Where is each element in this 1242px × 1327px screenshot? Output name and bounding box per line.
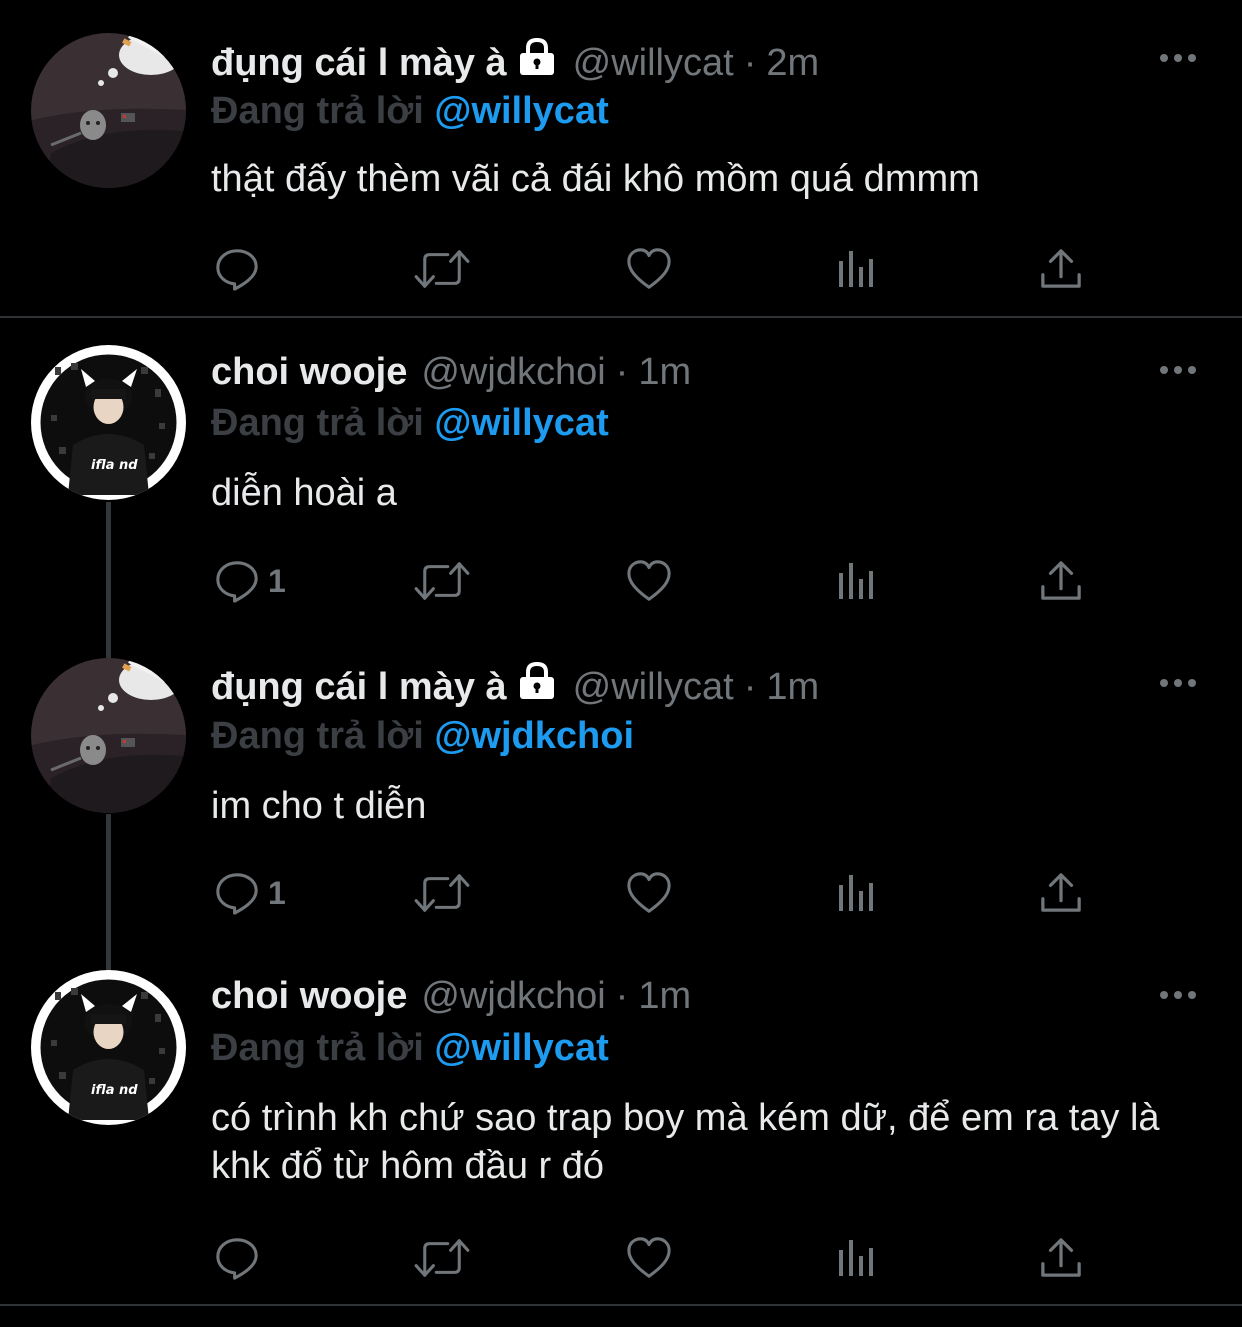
views-button[interactable]	[836, 1228, 876, 1288]
like-icon	[626, 246, 672, 292]
more-icon[interactable]	[1158, 51, 1198, 69]
action-bar	[0, 1228, 1242, 1288]
reply-button[interactable]: 1	[214, 551, 286, 611]
replying-label: Đang trả lời	[211, 90, 424, 132]
retweet-button[interactable]	[413, 1228, 471, 1288]
action-bar: 1	[0, 863, 1242, 923]
reply-icon	[214, 246, 260, 292]
views-button[interactable]	[836, 863, 876, 923]
share-icon	[1040, 1237, 1082, 1279]
reply-button[interactable]	[214, 1228, 268, 1288]
reply-count: 1	[268, 562, 286, 599]
retweet-icon	[413, 870, 471, 916]
like-icon	[626, 1235, 672, 1281]
tweet-header: choi wooje @wjdkchoi · 1m	[211, 971, 691, 1021]
views-button[interactable]	[836, 239, 876, 299]
tweet-text: im cho t diễn	[211, 785, 427, 827]
retweet-button[interactable]	[413, 551, 471, 611]
action-bar	[0, 239, 1242, 299]
share-button[interactable]	[1040, 863, 1082, 923]
replying-to: Đang trả lời @wjdkchoi	[211, 711, 634, 761]
share-icon	[1040, 560, 1082, 602]
separator-dot: ·	[743, 42, 757, 84]
timestamp[interactable]: 2m	[766, 38, 819, 88]
views-icon	[836, 1238, 876, 1278]
share-button[interactable]	[1040, 1228, 1082, 1288]
divider	[0, 316, 1242, 318]
reply-button[interactable]: 1	[214, 863, 286, 923]
replying-handle[interactable]: @willycat	[434, 402, 608, 444]
display-name[interactable]: choi wooje	[211, 347, 407, 397]
replying-label: Đang trả lời	[211, 715, 424, 757]
avatar[interactable]	[31, 658, 186, 813]
views-icon	[836, 873, 876, 913]
timestamp[interactable]: 1m	[638, 971, 691, 1021]
reply-button[interactable]	[214, 239, 268, 299]
action-bar: 1	[0, 551, 1242, 611]
like-icon	[626, 558, 672, 604]
tweet-header: choi wooje @wjdkchoi · 1m	[211, 347, 691, 397]
reply-icon	[214, 558, 260, 604]
separator-dot: ·	[615, 351, 629, 393]
user-handle[interactable]: @wjdkchoi	[421, 971, 605, 1021]
avatar-image	[31, 970, 186, 1125]
share-icon	[1040, 248, 1082, 290]
tweet-text: có trình kh chứ sao trap boy mà kém dữ, …	[211, 1097, 1160, 1187]
like-button[interactable]	[626, 239, 672, 299]
avatar-image	[31, 345, 186, 500]
replying-label: Đang trả lời	[211, 402, 424, 444]
replying-to: Đang trả lời @willycat	[211, 398, 609, 448]
lock-icon	[517, 37, 557, 90]
tweet-header: đụng cái l mày à @willycat · 1m	[211, 662, 819, 712]
user-handle[interactable]: @willycat	[573, 662, 734, 712]
retweet-icon	[413, 1235, 471, 1281]
reply-icon	[214, 1235, 260, 1281]
avatar[interactable]	[31, 345, 186, 500]
views-icon	[836, 249, 876, 289]
more-icon[interactable]	[1158, 988, 1198, 1006]
replying-to: Đang trả lời @willycat	[211, 86, 609, 136]
avatar[interactable]	[31, 33, 186, 188]
separator-dot: ·	[615, 975, 629, 1017]
separator-dot: ·	[743, 666, 757, 708]
retweet-button[interactable]	[413, 239, 471, 299]
divider	[0, 1304, 1242, 1306]
tweet-text: thật đấy thèm vãi cả đái khô mồm quá dmm…	[211, 158, 980, 200]
tweet-header: đụng cái l mày à @willycat · 2m	[211, 38, 819, 88]
retweet-button[interactable]	[413, 863, 471, 923]
reply-count: 1	[268, 874, 286, 911]
avatar-image	[31, 33, 186, 188]
share-button[interactable]	[1040, 551, 1082, 611]
replying-to: Đang trả lời @willycat	[211, 1023, 609, 1073]
replying-handle[interactable]: @willycat	[434, 90, 608, 132]
lock-icon	[517, 661, 557, 714]
user-handle[interactable]: @willycat	[573, 38, 734, 88]
replying-handle[interactable]: @willycat	[434, 1027, 608, 1069]
timestamp[interactable]: 1m	[638, 347, 691, 397]
replying-handle[interactable]: @wjdkchoi	[434, 715, 634, 757]
like-icon	[626, 870, 672, 916]
avatar[interactable]	[31, 970, 186, 1125]
retweet-icon	[413, 246, 471, 292]
share-icon	[1040, 872, 1082, 914]
user-handle[interactable]: @wjdkchoi	[421, 347, 605, 397]
replying-label: Đang trả lời	[211, 1027, 424, 1069]
like-button[interactable]	[626, 551, 672, 611]
more-icon[interactable]	[1158, 363, 1198, 381]
retweet-icon	[413, 558, 471, 604]
more-icon[interactable]	[1158, 676, 1198, 694]
tweet-text: diễn hoài a	[211, 472, 397, 514]
share-button[interactable]	[1040, 239, 1082, 299]
like-button[interactable]	[626, 1228, 672, 1288]
timestamp[interactable]: 1m	[766, 662, 819, 712]
display-name[interactable]: đụng cái l mày à	[211, 38, 507, 88]
avatar-image	[31, 658, 186, 813]
reply-icon	[214, 870, 260, 916]
views-icon	[836, 561, 876, 601]
display-name[interactable]: đụng cái l mày à	[211, 662, 507, 712]
views-button[interactable]	[836, 551, 876, 611]
like-button[interactable]	[626, 863, 672, 923]
display-name[interactable]: choi wooje	[211, 971, 407, 1021]
